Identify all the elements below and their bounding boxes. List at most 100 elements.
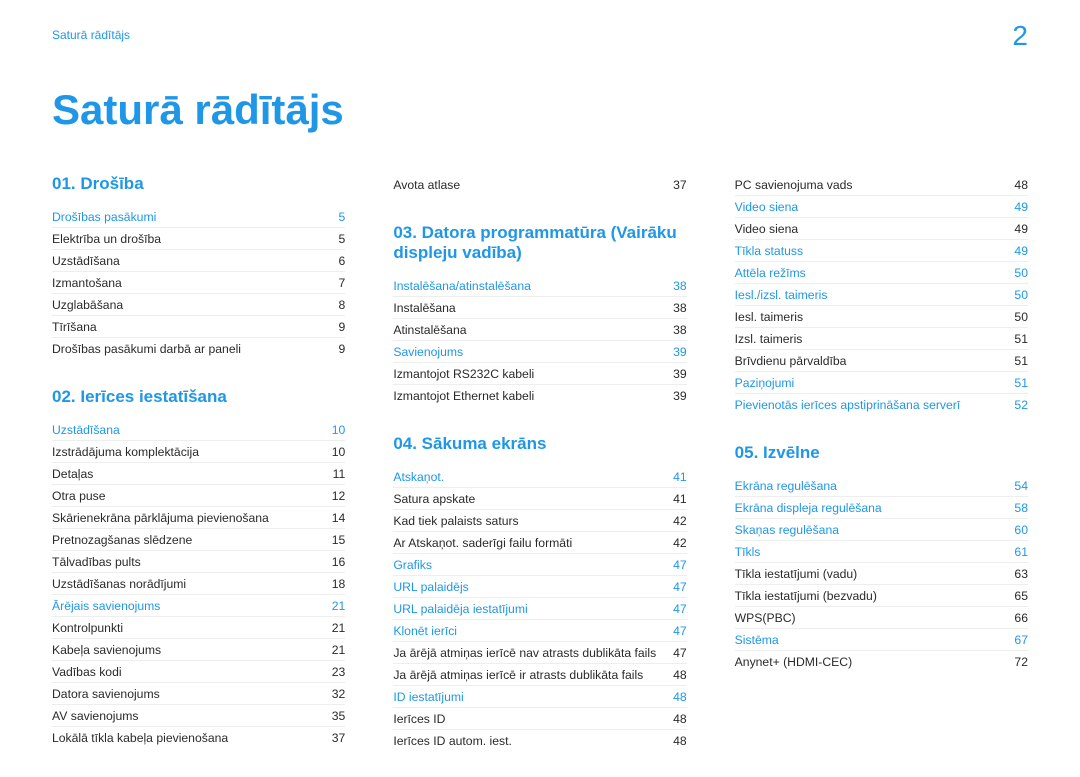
toc-entry: Instalēšana38	[393, 297, 686, 319]
toc-entry-title: Ekrāna displeja regulēšana	[735, 501, 1005, 515]
toc-entry-page: 21	[332, 621, 346, 635]
toc-entry-page: 48	[673, 712, 687, 726]
toc-entry[interactable]: Tīkla statuss49	[735, 240, 1028, 262]
toc-entry[interactable]: Uzstādīšana10	[52, 419, 345, 441]
toc-entry-page: 47	[673, 602, 687, 616]
toc-entry-title: Izstrādājuma komplektācija	[52, 445, 322, 459]
toc-entry-title: Datora savienojums	[52, 687, 322, 701]
toc-entry: Otra puse12	[52, 485, 345, 507]
toc-entry-page: 47	[673, 646, 687, 660]
toc-entry[interactable]: Ekrāna displeja regulēšana58	[735, 497, 1028, 519]
toc-entry-page: 8	[339, 298, 346, 312]
toc-entry-page: 38	[673, 301, 687, 315]
toc-entry[interactable]: Ekrāna regulēšana54	[735, 475, 1028, 497]
toc-entry[interactable]: URL palaidējs47	[393, 576, 686, 598]
toc-entry-page: 50	[1014, 266, 1028, 280]
toc-entry[interactable]: Tīkls61	[735, 541, 1028, 563]
toc-entry[interactable]: Instalēšana/atinstalēšana38	[393, 275, 686, 297]
toc-entry-page: 67	[1014, 633, 1028, 647]
toc-entry-page: 48	[673, 690, 687, 704]
page-title: Saturā rādītājs	[52, 86, 1028, 134]
toc-group: Atskaņot.41Satura apskate41Kad tiek pala…	[393, 466, 686, 751]
toc-entry-page: 49	[1014, 222, 1028, 236]
toc-entry-page: 47	[673, 624, 687, 638]
toc-entry-page: 65	[1014, 589, 1028, 603]
toc-entry-title: Kabeļa savienojums	[52, 643, 322, 657]
toc-entry[interactable]: Pievienotās ierīces apstiprināšana serve…	[735, 394, 1028, 415]
toc-entry[interactable]: Klonēt ierīci47	[393, 620, 686, 642]
toc-entry-title: Sistēma	[735, 633, 1005, 647]
toc-entry-page: 48	[673, 734, 687, 748]
toc-entry-page: 9	[339, 320, 346, 334]
toc-entry: Tālvadības pults16	[52, 551, 345, 573]
toc-entry: Skārienekrāna pārklājuma pievienošana14	[52, 507, 345, 529]
toc-entry-page: 50	[1014, 288, 1028, 302]
toc-entry-title: Ārējais savienojums	[52, 599, 322, 613]
toc-group: PC savienojuma vads48Video siena49Video …	[735, 174, 1028, 415]
toc-entry[interactable]: Paziņojumi51	[735, 372, 1028, 394]
toc-entry-page: 50	[1014, 310, 1028, 324]
toc-entry-title: Anynet+ (HDMI-CEC)	[735, 655, 1005, 669]
toc-entry-title: Atinstalēšana	[393, 323, 663, 337]
toc-entry-title: Brīvdienu pārvaldība	[735, 354, 1005, 368]
toc-entry-page: 12	[332, 489, 346, 503]
toc-entry-title: Detaļas	[52, 467, 323, 481]
toc-entry[interactable]: Drošības pasākumi5	[52, 206, 345, 228]
toc-entry: Uzglabāšana 8	[52, 294, 345, 316]
toc-entry-title: Grafiks	[393, 558, 663, 572]
toc-entry[interactable]: Attēla režīms50	[735, 262, 1028, 284]
toc-entry: Izmantojot Ethernet kabeli39	[393, 385, 686, 406]
toc-entry-page: 16	[332, 555, 346, 569]
toc-entry: Datora savienojums 32	[52, 683, 345, 705]
toc-entry: Kad tiek palaists saturs42	[393, 510, 686, 532]
toc-entry-page: 21	[332, 599, 346, 613]
toc-entry-page: 39	[673, 389, 687, 403]
toc-entry-title: Paziņojumi	[735, 376, 1005, 390]
toc-entry: Detaļas11	[52, 463, 345, 485]
toc-entry[interactable]: Atskaņot.41	[393, 466, 686, 488]
toc-group: Uzstādīšana10 Izstrādājuma komplektācija 1…	[52, 419, 345, 748]
toc-entry-page: 63	[1014, 567, 1028, 581]
toc-group: Instalēšana/atinstalēšana38Instalēšana38…	[393, 275, 686, 406]
toc-entry-page: 10	[332, 423, 346, 437]
toc-entry: Iesl. taimeris 50	[735, 306, 1028, 328]
toc-entry-title: Iesl. taimeris	[735, 310, 1005, 324]
toc-entry[interactable]: Sistēma 67	[735, 629, 1028, 651]
toc-entry-title: URL palaidēja iestatījumi	[393, 602, 663, 616]
toc-entry-page: 72	[1014, 655, 1028, 669]
toc-entry[interactable]: Grafiks 47	[393, 554, 686, 576]
toc-entry-page: 41	[673, 492, 687, 506]
header-breadcrumb: Saturā rādītājs	[52, 28, 130, 42]
toc-entry[interactable]: URL palaidēja iestatījumi 47	[393, 598, 686, 620]
toc-entry-title: Uzglabāšana	[52, 298, 329, 312]
toc-entry-page: 32	[332, 687, 346, 701]
toc-entry: Izsl. taimeris51	[735, 328, 1028, 350]
toc-entry: Anynet+ (HDMI-CEC) 72	[735, 651, 1028, 672]
toc-entry-title: Tīkls	[735, 545, 1005, 559]
toc-entry-title: PC savienojuma vads	[735, 178, 1005, 192]
toc-entry-page: 15	[332, 533, 346, 547]
toc-entry[interactable]: Video siena49	[735, 196, 1028, 218]
toc-entry-title: Izmantošana	[52, 276, 329, 290]
toc-entry[interactable]: Skaņas regulēšana60	[735, 519, 1028, 541]
toc-group: Drošības pasākumi5Elektrība un drošība5 U…	[52, 206, 345, 359]
toc-entry-page: 42	[673, 514, 687, 528]
toc-entry-title: Video siena	[735, 200, 1005, 214]
toc-entry-page: 18	[332, 577, 346, 591]
toc-entry: Elektrība un drošība5	[52, 228, 345, 250]
toc-entry: AV savienojums35	[52, 705, 345, 727]
toc-entry-page: 47	[673, 558, 687, 572]
toc-entry[interactable]: Savienojums39	[393, 341, 686, 363]
toc-entry-page: 38	[673, 323, 687, 337]
toc-entry[interactable]: Ārējais savienojums 21	[52, 595, 345, 617]
toc-entry: Avota atlase37	[393, 174, 686, 195]
toc-entry[interactable]: ID iestatījumi48	[393, 686, 686, 708]
toc-entry-title: Lokālā tīkla kabeļa pievienošana	[52, 731, 322, 745]
toc-entry[interactable]: Iesl./izsl. taimeris50	[735, 284, 1028, 306]
toc-column: PC savienojuma vads48Video siena49Video …	[735, 174, 1028, 757]
toc-entry-page: 42	[673, 536, 687, 550]
toc-entry: Izmantojot RS232C kabeli39	[393, 363, 686, 385]
toc-entry-page: 52	[1014, 398, 1028, 412]
toc-entry: Tīrīšana9	[52, 316, 345, 338]
toc-entry-title: Instalēšana/atinstalēšana	[393, 279, 663, 293]
